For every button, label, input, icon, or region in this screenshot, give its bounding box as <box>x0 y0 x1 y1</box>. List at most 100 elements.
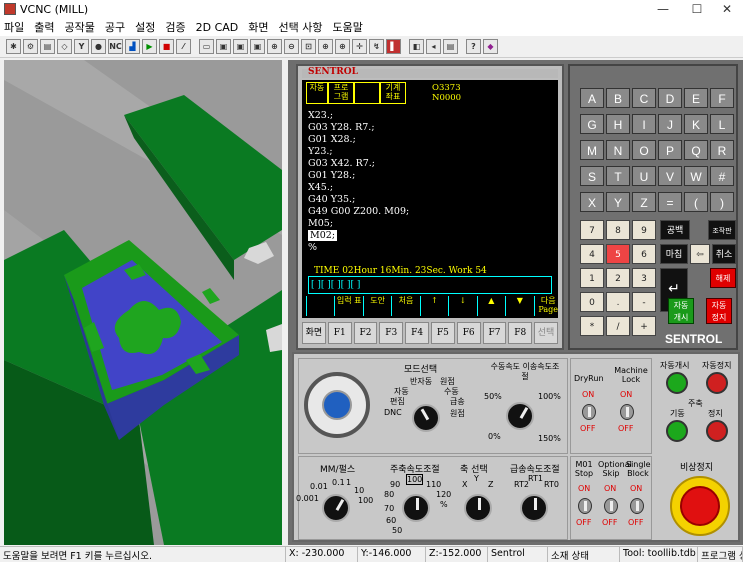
nc-icon[interactable]: NC <box>108 39 123 54</box>
key-h[interactable]: H <box>606 114 630 134</box>
machine-lock-switch[interactable] <box>620 404 634 420</box>
key-reset[interactable]: 해제 <box>710 268 736 288</box>
key-u[interactable]: U <box>632 166 656 186</box>
maximize-button[interactable]: ☐ <box>680 0 714 18</box>
zoom-window-icon[interactable]: ⊡ <box>301 39 316 54</box>
fkey-f1[interactable]: F1 <box>327 322 352 344</box>
view3-icon[interactable]: ▣ <box>233 39 248 54</box>
key-operation-panel[interactable]: 조작판 <box>708 220 736 240</box>
key-s[interactable]: S <box>580 166 604 186</box>
key-w[interactable]: W <box>684 166 708 186</box>
key-5[interactable]: 5 <box>606 244 630 264</box>
settings-icon[interactable]: ● <box>91 39 106 54</box>
menu-output[interactable]: 출력 <box>34 19 54 35</box>
key-a[interactable]: A <box>580 88 604 108</box>
menu-2dcad[interactable]: 2D CAD <box>196 21 239 34</box>
menu-settings[interactable]: 설정 <box>135 19 155 35</box>
mm-pulse-knob[interactable] <box>322 494 350 522</box>
key-lparen[interactable]: ( <box>684 192 708 212</box>
key-rparen[interactable]: ) <box>710 192 734 212</box>
key-9[interactable]: 9 <box>632 220 656 240</box>
fkey-f3[interactable]: F3 <box>379 322 404 344</box>
key-l[interactable]: L <box>710 114 734 134</box>
info-icon[interactable]: ▤ <box>443 39 458 54</box>
key-e[interactable]: E <box>684 88 708 108</box>
menu-view[interactable]: 화면 <box>248 19 268 35</box>
rapid-override-knob[interactable] <box>520 494 548 522</box>
view4-icon[interactable]: ▣ <box>250 39 265 54</box>
view2-icon[interactable]: ▣ <box>216 39 231 54</box>
key-r[interactable]: R <box>710 140 734 160</box>
key-d[interactable]: D <box>658 88 682 108</box>
cycle-start-key[interactable]: 자동 개시 <box>668 298 694 324</box>
key-6[interactable]: 6 <box>632 244 656 264</box>
key-b[interactable]: B <box>606 88 630 108</box>
tool-icon[interactable]: Y <box>74 39 89 54</box>
key-n[interactable]: N <box>606 140 630 160</box>
menu-tool[interactable]: 공구 <box>105 19 125 35</box>
key-dot[interactable]: . <box>606 292 630 312</box>
single-block-switch[interactable] <box>630 498 644 514</box>
key-3[interactable]: 3 <box>632 268 656 288</box>
zoom-in-icon[interactable]: ⊕ <box>267 39 282 54</box>
speaker-icon[interactable]: ◂ <box>426 39 441 54</box>
fkey-f8[interactable]: F8 <box>508 322 533 344</box>
key-y[interactable]: Y <box>606 192 630 212</box>
edit-icon[interactable]: ⁄ <box>176 39 191 54</box>
key-end[interactable]: 마침 <box>660 244 688 264</box>
menu-file[interactable]: 파일 <box>4 19 24 35</box>
sound-icon[interactable]: ◧ <box>409 39 424 54</box>
key-0[interactable]: 0 <box>580 292 604 312</box>
key-t[interactable]: T <box>606 166 630 186</box>
key-space[interactable]: 공백 <box>660 220 690 240</box>
axis-select-knob[interactable] <box>464 494 492 522</box>
key-k[interactable]: K <box>684 114 708 134</box>
spindle-stop-button[interactable] <box>706 420 728 442</box>
key-p[interactable]: P <box>658 140 682 160</box>
key-m[interactable]: M <box>580 140 604 160</box>
spindle-start-button[interactable] <box>666 420 688 442</box>
key-7[interactable]: 7 <box>580 220 604 240</box>
fkey-screen[interactable]: 화면 <box>302 322 326 344</box>
feed-override-knob[interactable] <box>506 402 534 430</box>
workpiece-icon[interactable]: ◇ <box>57 39 72 54</box>
key-equals[interactable]: = <box>658 192 682 212</box>
rotate-icon[interactable]: ↯ <box>369 39 384 54</box>
fkey-f4[interactable]: F4 <box>405 322 429 344</box>
key-o[interactable]: O <box>632 140 656 160</box>
auto-stop-button[interactable] <box>706 372 728 394</box>
color-icon[interactable]: ▌ <box>386 39 401 54</box>
key-c[interactable]: C <box>632 88 656 108</box>
fkey-f2[interactable]: F2 <box>353 322 378 344</box>
key-2[interactable]: 2 <box>606 268 630 288</box>
menu-help[interactable]: 도움말 <box>333 19 363 35</box>
close-button[interactable]: ✕ <box>710 0 743 18</box>
zoom-fit-icon[interactable]: ⊕ <box>335 39 350 54</box>
zoom-out-icon[interactable]: ⊖ <box>284 39 299 54</box>
key-x[interactable]: X <box>580 192 604 212</box>
menu-workpiece[interactable]: 공작물 <box>65 19 95 35</box>
optional-skip-switch[interactable] <box>604 498 618 514</box>
new-icon[interactable]: ✱ <box>6 39 21 54</box>
minimize-button[interactable]: — <box>646 0 680 18</box>
key-cancel[interactable]: 취소 <box>712 244 736 264</box>
auto-start-button[interactable] <box>666 372 688 394</box>
zoom-all-icon[interactable]: ⊕ <box>318 39 333 54</box>
fkey-select[interactable]: 선택 <box>534 322 558 344</box>
key-f[interactable]: F <box>710 88 734 108</box>
fkey-f7[interactable]: F7 <box>482 322 507 344</box>
key-multiply[interactable]: * <box>580 316 604 336</box>
key-g[interactable]: G <box>580 114 604 134</box>
key-1[interactable]: 1 <box>580 268 604 288</box>
book-icon[interactable]: ◆ <box>483 39 498 54</box>
key-i[interactable]: I <box>632 114 656 134</box>
open-icon[interactable]: ⚙ <box>23 39 38 54</box>
save-icon[interactable]: ▤ <box>40 39 55 54</box>
key-j[interactable]: J <box>658 114 682 134</box>
key-q[interactable]: Q <box>684 140 708 160</box>
help-icon[interactable]: ? <box>466 39 481 54</box>
key-hash[interactable]: # <box>710 166 734 186</box>
fkey-f5[interactable]: F5 <box>430 322 455 344</box>
dryrun-switch[interactable] <box>582 404 596 420</box>
m01-switch[interactable] <box>578 498 592 514</box>
